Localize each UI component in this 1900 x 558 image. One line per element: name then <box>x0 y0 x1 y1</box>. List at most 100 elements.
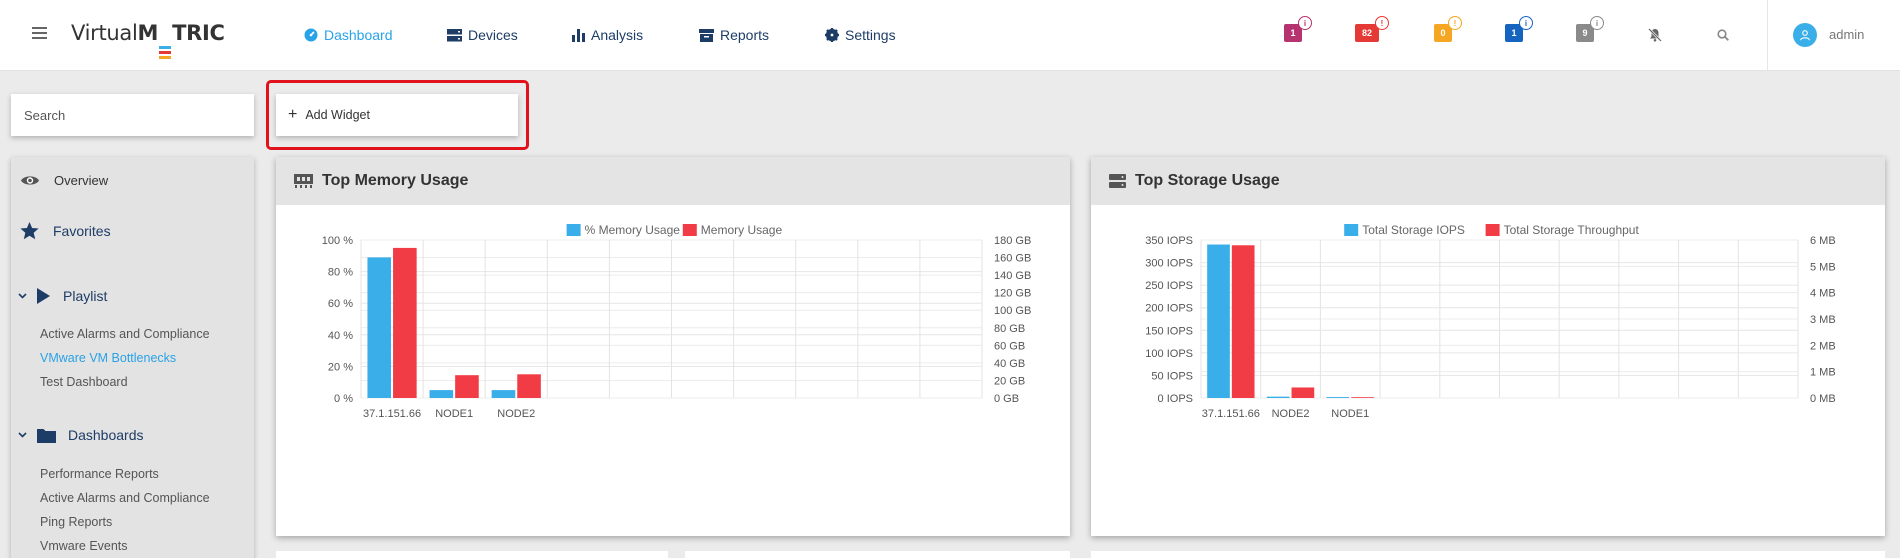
dashboard-icon <box>304 28 318 42</box>
bell-slash-icon[interactable] <box>1648 28 1662 47</box>
sidebar-search[interactable] <box>11 94 254 136</box>
x-tick-label: NODE2 <box>1272 408 1310 420</box>
username[interactable]: admin <box>1829 27 1864 42</box>
legend-label: Total Storage IOPS <box>1362 223 1465 237</box>
alert-badge-unknown[interactable]: 9 i <box>1576 16 1604 42</box>
legend-swatch <box>566 224 581 236</box>
sidebar-item-favorites[interactable]: Favorites <box>20 222 111 240</box>
sidebar-item-playlist[interactable]: Active Alarms and Compliance <box>40 327 210 341</box>
chart-bar <box>517 374 541 398</box>
star-icon <box>20 222 39 240</box>
search-icon[interactable] <box>1717 28 1729 46</box>
sidebar-item-playlist[interactable]: Test Dashboard <box>40 375 128 389</box>
legend-label: Memory Usage <box>701 223 783 237</box>
widget-top-storage-usage: Top Storage Usage Total Storage IOPS Tota… <box>1091 157 1885 536</box>
y2-tick-label: 4 MB <box>1810 288 1836 300</box>
widget-top-memory-usage: Top Memory Usage % Memory Usage Memory Us… <box>276 157 1070 536</box>
x-tick-label: NODE1 <box>1331 408 1369 420</box>
hamburger-menu-icon[interactable] <box>32 27 47 39</box>
x-tick-label: 37.1.151.66 <box>1202 408 1260 420</box>
chart-bar <box>455 375 479 398</box>
x-tick-label: NODE2 <box>497 408 535 420</box>
legend-label: % Memory Usage <box>585 223 681 237</box>
sidebar-item-dashboard[interactable]: Performance Reports <box>40 467 159 481</box>
nav-dashboard[interactable]: Dashboard <box>304 24 393 46</box>
reports-icon <box>699 28 714 42</box>
y2-tick-label: 0 MB <box>1810 393 1836 405</box>
legend-swatch <box>682 224 697 236</box>
chart-bar <box>491 390 516 398</box>
y-tick-label: 100 % <box>322 235 353 247</box>
y-tick-label: 300 IOPS <box>1145 258 1193 270</box>
x-tick-label: 37.1.151.66 <box>363 408 421 420</box>
storage-usage-chart: Total Storage IOPS Total Storage Throughp… <box>1145 223 1836 420</box>
y-tick-label: 150 IOPS <box>1145 325 1193 337</box>
info-icon: i <box>1298 16 1312 30</box>
alert-badge-critical[interactable]: 1 i <box>1284 16 1312 42</box>
alert-badge-error[interactable]: 82 ! <box>1355 16 1389 42</box>
user-avatar-icon[interactable] <box>1793 23 1817 47</box>
y-tick-label: 0 % <box>334 393 353 405</box>
play-icon <box>37 288 50 304</box>
sidebar-group-playlist[interactable]: Playlist <box>18 288 107 304</box>
widget-stub <box>276 551 668 558</box>
sidebar-group-dashboards[interactable]: Dashboards <box>18 427 144 443</box>
y2-tick-label: 3 MB <box>1810 314 1836 326</box>
sidebar-item-playlist[interactable]: VMware VM Bottlenecks <box>40 351 176 365</box>
chart-bar <box>1266 396 1290 398</box>
legend-swatch <box>1344 224 1359 236</box>
y2-tick-label: 120 GB <box>994 288 1031 300</box>
y-tick-label: 40 % <box>328 330 353 342</box>
logo[interactable]: VirtualM TRIC <box>71 21 225 49</box>
search-input[interactable] <box>24 107 241 123</box>
legend-label: Total Storage Throughput <box>1504 223 1640 237</box>
x-tick-label: NODE1 <box>435 408 473 420</box>
memory-icon <box>294 174 313 188</box>
devices-icon <box>447 28 462 42</box>
plus-icon: + <box>288 106 298 123</box>
eye-icon <box>20 174 40 187</box>
nav-settings[interactable]: Settings <box>825 24 896 46</box>
nav-devices[interactable]: Devices <box>447 24 518 46</box>
nav-analysis[interactable]: Analysis <box>572 24 643 46</box>
widget-title: Top Storage Usage <box>1135 172 1280 189</box>
y-tick-label: 60 % <box>328 298 353 310</box>
widget-stub <box>685 551 1070 558</box>
add-widget-button[interactable]: + Add Widget <box>276 94 518 136</box>
settings-icon <box>825 28 839 42</box>
y-tick-label: 50 IOPS <box>1151 370 1193 382</box>
y2-tick-label: 0 GB <box>994 393 1019 405</box>
legend-swatch <box>1485 224 1500 236</box>
chart-bar <box>1326 397 1350 398</box>
chart-bar <box>1351 397 1374 398</box>
sidebar-item-dashboard[interactable]: Ping Reports <box>40 515 112 529</box>
top-bar: VirtualM TRIC Dashboard Devices Analysis … <box>0 0 1900 71</box>
chevron-down-icon <box>18 432 27 438</box>
chart-bar <box>1207 244 1230 398</box>
divider <box>1767 0 1768 71</box>
nav-reports[interactable]: Reports <box>699 24 769 46</box>
y2-tick-label: 160 GB <box>994 253 1031 265</box>
y2-tick-label: 40 GB <box>994 358 1025 370</box>
y2-tick-label: 2 MB <box>1810 340 1836 352</box>
widget-header[interactable]: Top Storage Usage <box>1091 157 1885 205</box>
sidebar-item-dashboard[interactable]: Vmware Events <box>40 539 128 553</box>
y2-tick-label: 140 GB <box>994 270 1031 282</box>
info-icon: i <box>1519 16 1533 30</box>
y2-tick-label: 5 MB <box>1810 261 1836 273</box>
y2-tick-label: 60 GB <box>994 340 1025 352</box>
widget-title: Top Memory Usage <box>322 172 469 189</box>
sidebar-item-overview[interactable]: Overview <box>20 173 108 188</box>
y2-tick-label: 80 GB <box>994 323 1025 335</box>
sidebar: Overview Favorites Playlist Active Alarm… <box>11 157 254 558</box>
y-tick-label: 250 IOPS <box>1145 280 1193 292</box>
widget-header[interactable]: Top Memory Usage <box>276 157 1070 205</box>
alert-badge-warning[interactable]: 0 ! <box>1434 16 1462 42</box>
memory-usage-chart: % Memory Usage Memory Usage 0 % 20 % 40 % 60 … <box>322 223 1032 420</box>
y2-tick-label: 100 GB <box>994 305 1031 317</box>
y-tick-label: 100 IOPS <box>1145 348 1193 360</box>
y2-tick-label: 180 GB <box>994 235 1031 247</box>
alert-badge-info[interactable]: 1 i <box>1505 16 1533 42</box>
analysis-icon <box>572 28 585 42</box>
sidebar-item-dashboard[interactable]: Active Alarms and Compliance <box>40 491 210 505</box>
